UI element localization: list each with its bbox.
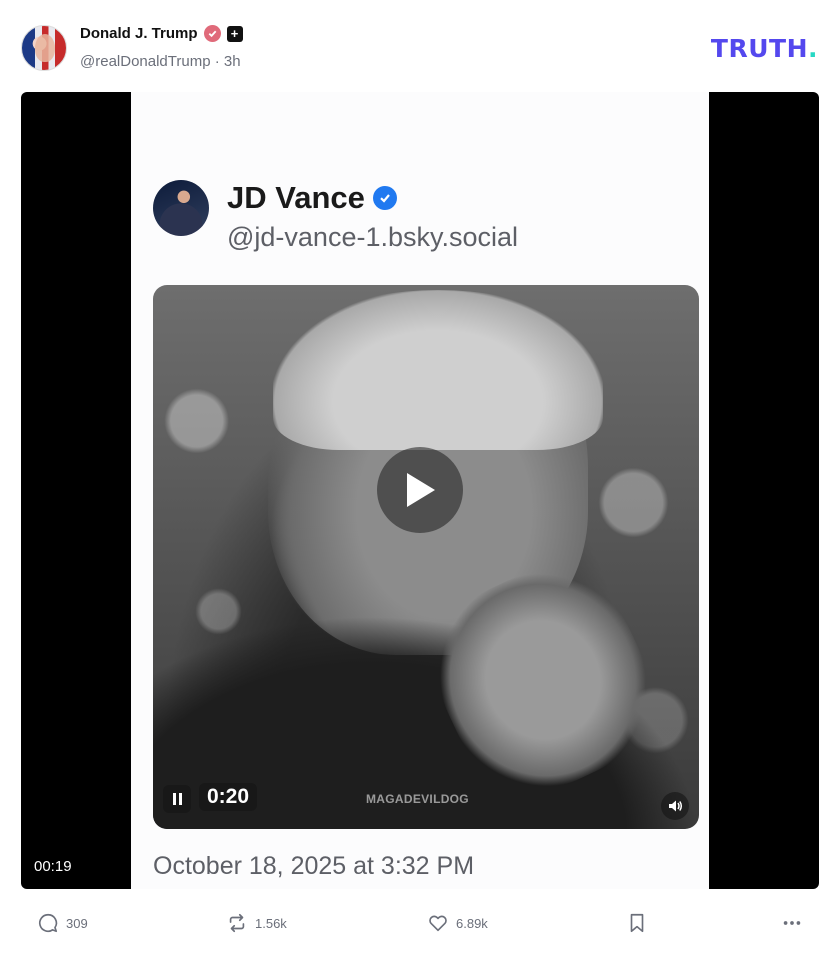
embedded-name: JD Vance xyxy=(227,180,365,215)
video-figure-hair xyxy=(273,290,603,450)
heart-icon xyxy=(429,915,447,932)
post-media[interactable]: JD Vance @jd-vance-1.bsky.social 0:20 MA… xyxy=(21,92,819,889)
embedded-verified-icon xyxy=(372,186,397,210)
more-options-button[interactable] xyxy=(781,912,803,934)
embedded-date: October 18, 2025 at 3:32 PM xyxy=(153,852,475,880)
video-time: 0:20 xyxy=(199,783,258,811)
author-avatar[interactable] xyxy=(21,25,67,71)
embedded-avatar xyxy=(153,180,209,236)
embedded-video: 0:20 MAGADEVILDOG xyxy=(153,285,699,829)
media-elapsed-time: 00:19 xyxy=(34,858,72,875)
embedded-name-row: JD Vance xyxy=(227,180,397,216)
plus-badge-icon: + xyxy=(226,25,243,42)
like-button[interactable]: 6.89k xyxy=(427,912,488,934)
truth-logo[interactable]: TRUTH. xyxy=(711,34,818,63)
retruth-count: 1.56k xyxy=(255,915,287,931)
author-name[interactable]: Donald J. Trump xyxy=(80,25,198,42)
retruth-button[interactable]: 1.56k xyxy=(226,912,287,934)
bookmark-icon xyxy=(630,913,644,933)
post-actions: 309 1.56k 6.89k xyxy=(0,900,840,948)
reply-button[interactable]: 309 xyxy=(37,912,88,934)
embedded-screenshot: JD Vance @jd-vance-1.bsky.social 0:20 MA… xyxy=(131,92,709,889)
like-count: 6.89k xyxy=(456,915,488,931)
reply-count: 309 xyxy=(66,915,88,931)
reply-icon xyxy=(39,913,58,933)
retruth-icon xyxy=(229,913,245,933)
bookmark-button[interactable] xyxy=(626,912,648,934)
play-icon[interactable] xyxy=(377,447,463,533)
verified-badge-icon xyxy=(203,25,221,42)
logo-dot: . xyxy=(808,34,818,63)
video-watermark: MAGADEVILDOG xyxy=(366,792,469,806)
volume-icon xyxy=(661,792,689,820)
author-handle[interactable]: @realDonaldTrump · 3h xyxy=(80,53,241,70)
logo-text: TRUTH xyxy=(710,34,808,63)
pause-icon xyxy=(163,785,191,813)
more-icon xyxy=(783,921,801,925)
author-name-row: Donald J. Trump + xyxy=(80,25,243,42)
post-header: Donald J. Trump + @realDonaldTrump · 3h … xyxy=(0,0,840,90)
embedded-handle: @jd-vance-1.bsky.social xyxy=(227,222,519,252)
